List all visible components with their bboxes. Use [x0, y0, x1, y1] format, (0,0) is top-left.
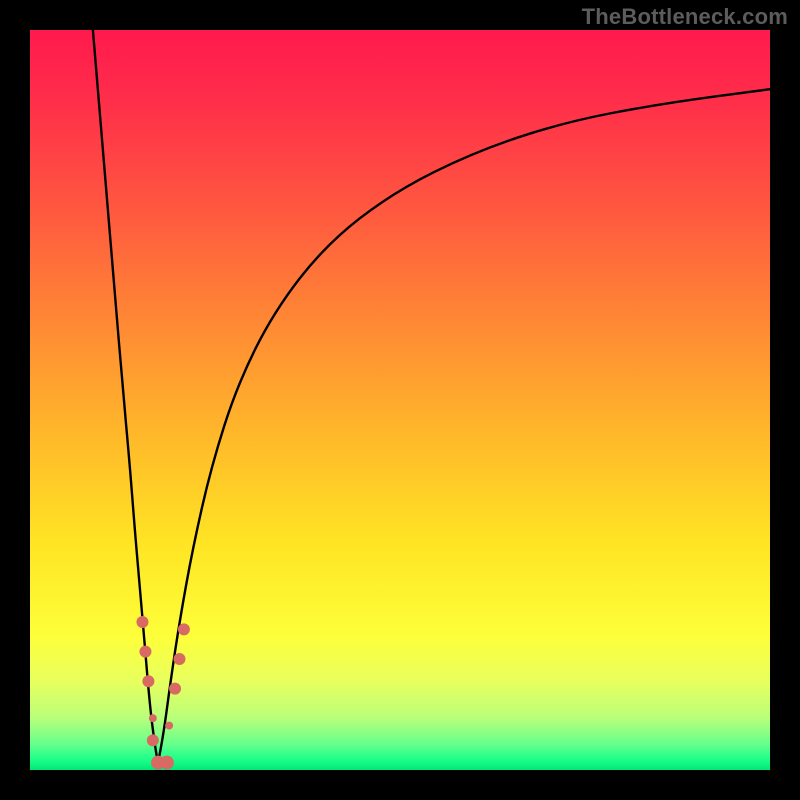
figure-frame: TheBottleneck.com — [0, 0, 800, 800]
background-gradient — [30, 30, 770, 770]
plot-area — [30, 30, 770, 770]
watermark-text: TheBottleneck.com — [582, 4, 788, 30]
